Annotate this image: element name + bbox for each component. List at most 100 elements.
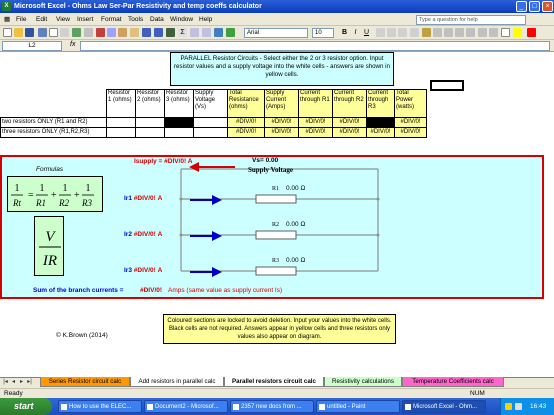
print-preview-icon[interactable] xyxy=(60,28,69,37)
formula-term-num: 1 xyxy=(86,183,91,194)
last-sheet-icon[interactable]: ▸| xyxy=(26,379,33,386)
font-color-icon[interactable] xyxy=(527,28,536,37)
menu-window[interactable]: Window xyxy=(170,15,193,24)
borders-icon[interactable] xyxy=(501,28,510,37)
maximize-button[interactable]: □ xyxy=(529,1,540,12)
unused-r3-cell xyxy=(164,117,194,128)
header-cell: Current through R1 xyxy=(298,89,333,118)
tray-icon[interactable] xyxy=(505,403,512,410)
close-button[interactable]: × xyxy=(542,1,553,12)
input-r2-cell[interactable] xyxy=(135,127,165,138)
hyperlink-icon[interactable] xyxy=(166,28,175,37)
chart-wizard-icon[interactable] xyxy=(214,28,223,37)
tab-series-resistor[interactable]: Series Resistor circuit calc xyxy=(40,377,130,387)
menu-data[interactable]: Data xyxy=(150,15,164,24)
decrease-decimal-icon[interactable] xyxy=(466,28,475,37)
save-icon[interactable] xyxy=(25,28,34,37)
result-cell: #DIV/0! xyxy=(332,127,367,138)
align-center-icon[interactable] xyxy=(387,28,396,37)
fill-color-icon[interactable] xyxy=(513,28,522,37)
input-r3-cell[interactable] xyxy=(164,127,194,138)
menu-format[interactable]: Format xyxy=(101,15,122,24)
merge-center-icon[interactable] xyxy=(410,28,419,37)
menu-file[interactable]: File xyxy=(16,15,26,24)
supply-current-arrow xyxy=(189,162,235,172)
first-sheet-icon[interactable]: |◂ xyxy=(2,379,9,386)
increase-decimal-icon[interactable] xyxy=(455,28,464,37)
underline-button[interactable]: U xyxy=(362,28,371,38)
ohms-law-num: V xyxy=(45,229,56,245)
increase-indent-icon[interactable] xyxy=(489,28,498,37)
row-label: three resistors ONLY (R1,R2,R3) xyxy=(0,127,107,138)
taskbar-item[interactable]: untitled - Paint xyxy=(316,400,400,413)
drawing-icon[interactable] xyxy=(226,28,235,37)
new-icon[interactable] xyxy=(3,28,12,37)
prev-sheet-icon[interactable]: ◂ xyxy=(10,379,17,386)
formula-input[interactable] xyxy=(80,41,550,51)
fx-icon[interactable]: fx xyxy=(70,41,75,48)
redo-icon[interactable] xyxy=(154,28,163,37)
excel-doc-icon[interactable]: ▦ xyxy=(4,15,10,24)
sort-descending-icon[interactable] xyxy=(202,28,211,37)
input-r2-cell[interactable] xyxy=(135,117,165,128)
font-name-select[interactable]: Arial xyxy=(244,28,308,38)
paste-icon[interactable] xyxy=(118,28,127,37)
word-doc-icon xyxy=(147,404,153,410)
volume-icon[interactable] xyxy=(515,403,522,410)
print-icon[interactable] xyxy=(49,28,58,37)
cut-icon[interactable] xyxy=(96,28,105,37)
autosum-icon[interactable]: Σ xyxy=(178,28,187,37)
percent-icon[interactable] xyxy=(433,28,442,37)
next-sheet-icon[interactable]: ▸ xyxy=(18,379,25,386)
font-size-select[interactable]: 10 xyxy=(312,28,334,38)
research-icon[interactable] xyxy=(84,28,93,37)
align-right-icon[interactable] xyxy=(398,28,407,37)
currency-icon[interactable] xyxy=(422,28,431,37)
input-voltage-cell[interactable] xyxy=(193,117,228,128)
taskbar-item[interactable]: How to use the ELEC... xyxy=(58,400,142,413)
name-box[interactable]: L2 xyxy=(2,41,62,51)
sum-branch-currents-label: Sum of the branch currents = xyxy=(33,287,124,294)
copy-icon[interactable] xyxy=(107,28,116,37)
tab-parallel-resistors[interactable]: Parallel resistors circuit calc xyxy=(224,377,324,387)
help-search-input[interactable]: Type a question for help xyxy=(416,15,526,25)
align-left-icon[interactable] xyxy=(376,28,385,37)
bold-button[interactable]: B xyxy=(340,28,349,38)
minimize-button[interactable]: _ xyxy=(516,1,527,12)
taskbar-item-active[interactable]: Microsoft Excel - Ohm... xyxy=(402,400,486,413)
result-cell: #DIV/0! xyxy=(227,117,265,128)
menu-edit[interactable]: Edit xyxy=(36,15,47,24)
spelling-icon[interactable] xyxy=(72,28,81,37)
branch-unit: A xyxy=(157,231,163,238)
tab-resistivity[interactable]: Resistivity calculations xyxy=(324,377,402,387)
menu-help[interactable]: Help xyxy=(199,15,212,24)
permission-icon[interactable] xyxy=(38,28,47,37)
menu-insert[interactable]: Insert xyxy=(77,15,93,24)
tab-temperature-coefficients[interactable]: Temperature Coefficients calc xyxy=(402,377,504,387)
undo-icon[interactable] xyxy=(142,28,151,37)
italic-button[interactable]: I xyxy=(351,28,360,38)
selected-cell-L2[interactable] xyxy=(430,80,464,91)
input-r1-cell[interactable] xyxy=(106,127,136,138)
comma-style-icon[interactable] xyxy=(444,28,453,37)
locked-sections-note: Coloured sections are locked to avoid de… xyxy=(163,314,396,344)
format-painter-icon[interactable] xyxy=(130,28,139,37)
sort-ascending-icon[interactable] xyxy=(190,28,199,37)
header-cell: Total Power (watts) xyxy=(394,89,427,118)
input-r1-cell[interactable] xyxy=(106,117,136,128)
taskbar-item[interactable]: 2357 new docs from ... xyxy=(230,400,314,413)
menu-tools[interactable]: Tools xyxy=(128,15,143,24)
ohm-symbol: Ω xyxy=(300,257,306,264)
input-voltage-cell[interactable] xyxy=(193,127,228,138)
taskbar-item-label: 2357 new docs from ... xyxy=(241,404,302,410)
menu-view[interactable]: View xyxy=(56,15,70,24)
taskbar-item[interactable]: Document2 - Microsof... xyxy=(144,400,228,413)
open-icon[interactable] xyxy=(14,28,23,37)
tab-add-resistors-parallel[interactable]: Add resistors in parallel calc xyxy=(130,377,224,387)
svg-text:+: + xyxy=(51,190,57,201)
decrease-indent-icon[interactable] xyxy=(478,28,487,37)
vs-value: 0.00 xyxy=(265,157,279,164)
svg-text:=: = xyxy=(28,190,34,201)
result-cell: #DIV/0! xyxy=(394,117,427,128)
start-button[interactable]: start xyxy=(0,398,52,415)
